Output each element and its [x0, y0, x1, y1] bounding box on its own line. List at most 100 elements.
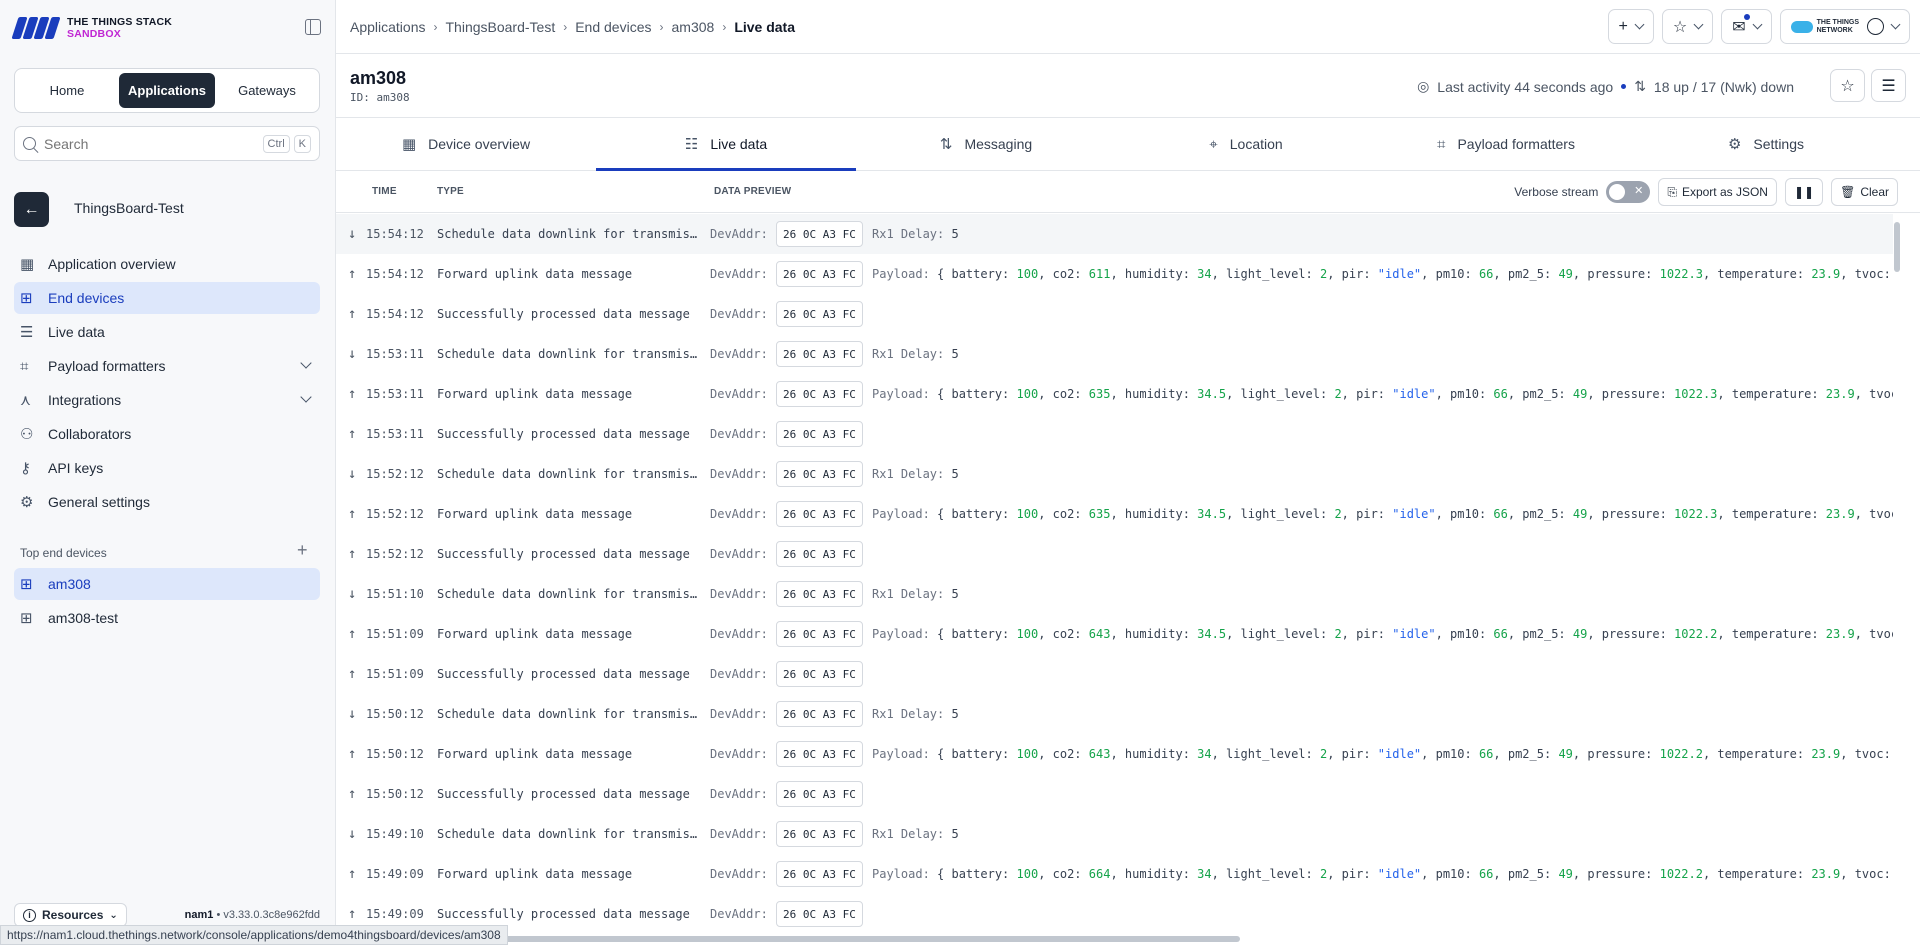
chip-icon: ⊞ [20, 610, 33, 627]
event-row[interactable]: ↑ 15:53:11 Forward uplink data message DevA… [336, 374, 1893, 414]
sidebar-collapse-icon[interactable] [305, 19, 321, 35]
event-type: Forward uplink data message [437, 627, 633, 641]
tab-settings[interactable]: ⚙ Settings [1636, 118, 1896, 170]
bookmarks-menu-button[interactable]: ☆ [1661, 9, 1714, 44]
event-row[interactable]: ↓ 15:53:11 Schedule data downlink for tran… [336, 334, 1893, 374]
event-row[interactable]: ↑ 15:50:12 Forward uplink data message DevA… [336, 734, 1893, 774]
device-menu-button[interactable]: ☰ [1871, 69, 1906, 102]
event-row[interactable]: ↑ 15:54:12 Forward uplink data message DevA… [336, 254, 1893, 294]
logo[interactable]: THE THINGS STACK SANDBOX [11, 16, 172, 40]
nav-applications-button[interactable]: Applications [119, 73, 215, 108]
scrollbar-thumb[interactable] [1894, 222, 1900, 272]
event-row[interactable]: ↓ 15:51:10 Schedule data downlink for tran… [336, 574, 1893, 614]
dev-addr-chip[interactable]: 26 0C A3 FC [776, 901, 863, 927]
tab-messaging[interactable]: ⇅ Messaging [856, 118, 1116, 170]
breadcrumb-device[interactable]: am308 [672, 19, 715, 35]
event-row[interactable]: ↑ 15:49:09 Successfully processed data mes… [336, 894, 1893, 932]
search-input[interactable] [44, 135, 259, 152]
sidebar-item-collaborators[interactable]: ⚇ Collaborators [14, 418, 320, 450]
event-row[interactable]: ↑ 15:49:09 Forward uplink data message DevA… [336, 854, 1893, 894]
event-row[interactable]: ↑ 15:52:12 Successfully processed data mes… [336, 534, 1893, 574]
dev-addr-chip[interactable]: 26 0C A3 FC [776, 221, 863, 247]
event-row[interactable]: ↑ 15:53:11 Successfully processed data mes… [336, 414, 1893, 454]
dev-addr-chip[interactable]: 26 0C A3 FC [776, 301, 863, 327]
bookmark-star-button[interactable]: ☆ [1830, 69, 1865, 102]
breadcrumb-application[interactable]: ThingsBoard-Test [446, 19, 556, 35]
account-menu-button[interactable]: THE THINGS NETWORK [1779, 9, 1910, 44]
dev-addr-chip[interactable]: 26 0C A3 FC [776, 701, 863, 727]
sidebar-item-end-devices[interactable]: ⊞ End devices [14, 282, 320, 314]
breadcrumb-applications[interactable]: Applications [350, 19, 426, 35]
dev-addr-label: DevAddr: [710, 627, 768, 641]
notifications-menu-button[interactable]: ✉ [1721, 9, 1772, 44]
export-json-button[interactable]: ⎘ Export as JSON [1658, 178, 1777, 206]
dev-addr-chip[interactable]: 26 0C A3 FC [776, 341, 863, 367]
dev-addr-chip[interactable]: 26 0C A3 FC [776, 461, 863, 487]
pause-button[interactable]: ❚❚ [1784, 178, 1824, 206]
breadcrumb-current: Live data [734, 19, 796, 35]
verbose-stream-toggle[interactable] [1606, 181, 1651, 203]
dev-addr-chip[interactable]: 26 0C A3 FC [776, 381, 863, 407]
star-icon: ☆ [1840, 77, 1855, 95]
vertical-scrollbar[interactable] [1893, 222, 1901, 932]
event-row[interactable]: ↓ 15:52:12 Schedule data downlink for tran… [336, 454, 1893, 494]
column-header-data-preview: DATA PREVIEW [714, 186, 792, 197]
sidebar-item-api-keys[interactable]: ⚷ API keys [14, 452, 320, 484]
event-row[interactable]: ↑ 15:51:09 Forward uplink data message DevA… [336, 614, 1893, 654]
event-row[interactable]: ↑ 15:50:12 Successfully processed data mes… [336, 774, 1893, 814]
resources-button[interactable]: i Resources ⌄ [14, 903, 127, 927]
nav-home-button[interactable]: Home [19, 73, 115, 108]
top-device-am308-test[interactable]: ⊞ am308-test [14, 602, 320, 634]
top-device-am308[interactable]: ⊞ am308 [14, 568, 320, 600]
sidebar-item-general-settings[interactable]: ⚙ General settings [14, 486, 320, 518]
arrow-up-icon: ↑ [348, 626, 357, 642]
dev-addr-chip[interactable]: 26 0C A3 FC [776, 661, 863, 687]
dev-addr-chip[interactable]: 26 0C A3 FC [776, 741, 863, 767]
arrow-down-icon: ↓ [348, 706, 357, 722]
sidebar-item-live-data[interactable]: ☰ Live data [14, 316, 320, 348]
resources-label: Resources [42, 908, 104, 922]
event-row[interactable]: ↓ 15:50:12 Schedule data downlink for tran… [336, 694, 1893, 734]
rx1-delay: Rx1 Delay: 5 [872, 587, 959, 601]
dev-addr-chip[interactable]: 26 0C A3 FC [776, 421, 863, 447]
breadcrumb-end-devices[interactable]: End devices [575, 19, 651, 35]
location-pin-icon: ⌖ [1209, 135, 1218, 153]
event-time: 15:51:10 [366, 587, 424, 601]
dev-addr-label: DevAddr: [710, 347, 768, 361]
sidebar: THE THINGS STACK SANDBOX Home Applicatio… [0, 0, 336, 945]
event-row[interactable]: ↑ 15:52:12 Forward uplink data message DevA… [336, 494, 1893, 534]
event-row[interactable]: ↓ 15:49:10 Schedule data downlink for tran… [336, 814, 1893, 854]
dev-addr-chip[interactable]: 26 0C A3 FC [776, 541, 863, 567]
dev-addr-chip[interactable]: 26 0C A3 FC [776, 781, 863, 807]
search-box[interactable]: Ctrl K [14, 126, 320, 161]
tab-location[interactable]: ⌖ Location [1116, 118, 1376, 170]
event-row[interactable]: ↓ 15:54:12 Schedule data downlink for tran… [336, 214, 1893, 254]
arrow-up-icon: ↑ [348, 306, 357, 322]
event-row[interactable]: ↑ 15:51:09 Successfully processed data mes… [336, 654, 1893, 694]
dev-addr-label: DevAddr: [710, 667, 768, 681]
chevron-down-icon[interactable] [300, 391, 312, 403]
tab-payload-formatters[interactable]: ⌗ Payload formatters [1376, 118, 1636, 170]
sidebar-item-integrations[interactable]: ⋏ Integrations [14, 384, 320, 416]
dev-addr-chip[interactable]: 26 0C A3 FC [776, 501, 863, 527]
rx1-delay: Rx1 Delay: 5 [872, 827, 959, 841]
dev-addr-chip[interactable]: 26 0C A3 FC [776, 861, 863, 887]
event-row[interactable]: ↑ 15:54:12 Successfully processed data mes… [336, 294, 1893, 334]
add-device-plus-icon[interactable]: + [297, 540, 308, 561]
tab-device-overview[interactable]: ▦ Device overview [336, 118, 596, 170]
nav-gateways-button[interactable]: Gateways [219, 73, 315, 108]
back-arrow-button[interactable]: ← [14, 192, 49, 227]
payload-preview: Payload: { battery: 100, co2: 611, humid… [872, 267, 1893, 281]
clear-button[interactable]: 🗑 Clear [1831, 178, 1898, 206]
dev-addr-chip[interactable]: 26 0C A3 FC [776, 621, 863, 647]
dev-addr-chip[interactable]: 26 0C A3 FC [776, 821, 863, 847]
sidebar-item-application-overview[interactable]: ▦ Application overview [14, 248, 320, 280]
sidebar-item-payload-formatters[interactable]: ⌗ Payload formatters [14, 350, 320, 382]
dev-addr-chip[interactable]: 26 0C A3 FC [776, 261, 863, 287]
tab-live-data[interactable]: ☷ Live data [596, 118, 856, 171]
event-type: Schedule data downlink for transmis… [437, 467, 698, 481]
event-time: 15:53:11 [366, 347, 424, 361]
dev-addr-chip[interactable]: 26 0C A3 FC [776, 581, 863, 607]
add-menu-button[interactable]: + [1607, 9, 1654, 44]
chevron-down-icon[interactable] [300, 357, 312, 369]
